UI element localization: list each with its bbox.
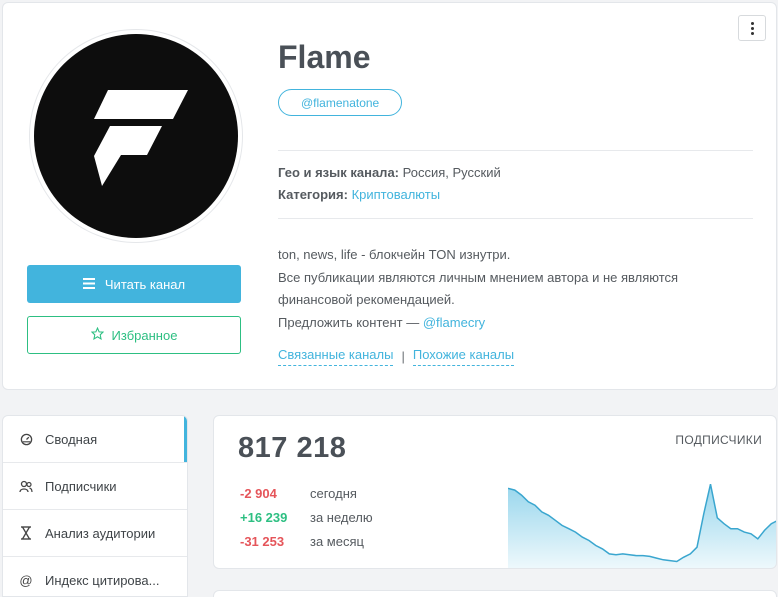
- stat-row-week: +16 239 за неделю: [240, 510, 373, 525]
- sidebar-item-label: Анализ аудитории: [45, 525, 156, 541]
- category-info: Категория: Криптовалюты: [278, 187, 440, 202]
- read-channel-button[interactable]: Читать канал: [27, 265, 241, 303]
- more-options-button[interactable]: [738, 15, 766, 41]
- sidebar-item-citation[interactable]: @ Индекс цитирова...: [3, 557, 187, 596]
- favorite-button[interactable]: Избранное: [27, 316, 241, 354]
- subscribers-stats-card: 817 218 ПОДПИСЧИКИ -2 904 сегодня +16 23…: [213, 415, 777, 569]
- geo-info: Гео и язык канала: Россия, Русский: [278, 165, 501, 180]
- stat-value: -31 253: [240, 534, 285, 549]
- star-icon: [90, 326, 104, 343]
- sidebar-item-subscribers[interactable]: Подписчики: [3, 463, 187, 510]
- hourglass-icon: [19, 526, 33, 540]
- next-card: [213, 590, 777, 597]
- divider: [278, 150, 753, 151]
- channel-avatar: [29, 29, 243, 243]
- similar-channels-link[interactable]: Похожие каналы: [412, 347, 515, 366]
- stat-row-today: -2 904 сегодня: [240, 486, 357, 501]
- stat-value: +16 239: [240, 510, 288, 525]
- channel-title: Flame: [278, 39, 371, 75]
- sidebar-nav: Сводная Подписчики Анализ аудитории @ Ин…: [2, 415, 188, 597]
- links-separator: |: [401, 349, 405, 364]
- contact-link[interactable]: @flamecry: [423, 315, 485, 330]
- related-links: Связанные каналы | Похожие каналы: [278, 347, 515, 366]
- stat-value: -2 904: [240, 486, 277, 501]
- favorite-label: Избранное: [111, 327, 178, 343]
- dashboard-icon: [19, 432, 33, 446]
- users-icon: [19, 479, 33, 493]
- description-line: ton, news, life - блокчейн TON изнутри.: [278, 247, 511, 262]
- channel-profile-card: Читать канал Избранное Flame @flamenaton…: [2, 2, 777, 390]
- category-link[interactable]: Криптовалюты: [352, 187, 440, 202]
- flame-logo: [34, 34, 238, 238]
- sidebar-item-summary[interactable]: Сводная: [3, 416, 187, 463]
- stat-label: за неделю: [310, 510, 373, 525]
- channel-description: ton, news, life - блокчейн TON изнутри. …: [278, 244, 678, 334]
- divider: [278, 218, 753, 219]
- stat-label: сегодня: [310, 486, 357, 501]
- category-label: Категория:: [278, 187, 348, 202]
- geo-value: Россия, Русский: [402, 165, 501, 180]
- at-icon: @: [19, 572, 33, 588]
- related-channels-link[interactable]: Связанные каналы: [278, 347, 394, 366]
- sidebar-item-label: Подписчики: [45, 478, 117, 494]
- stat-label: за месяц: [310, 534, 364, 549]
- description-line: финансовой рекомендацией.: [278, 292, 455, 307]
- channel-handle[interactable]: @flamenatone: [278, 89, 403, 116]
- list-icon: [82, 277, 95, 292]
- read-channel-label: Читать канал: [104, 276, 186, 292]
- sidebar-item-label: Сводная: [45, 431, 98, 447]
- description-line: Все публикации являются личным мнением а…: [278, 269, 679, 285]
- sidebar-item-audience[interactable]: Анализ аудитории: [3, 510, 187, 557]
- subscribers-sparkline: [508, 484, 776, 568]
- geo-label: Гео и язык канала:: [278, 165, 399, 180]
- stat-row-month: -31 253 за месяц: [240, 534, 364, 549]
- subscribers-label: ПОДПИСЧИКИ: [675, 433, 762, 447]
- subscriber-count: 817 218: [238, 432, 347, 464]
- description-line: Предложить контент — @flamecry: [278, 314, 486, 330]
- sidebar-item-label: Индекс цитирова...: [45, 572, 160, 588]
